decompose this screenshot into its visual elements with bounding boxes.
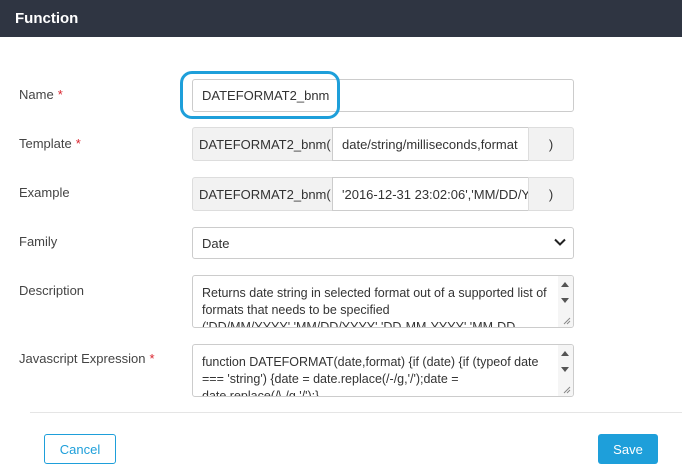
required-marker: * (57, 87, 63, 102)
required-marker: * (149, 351, 155, 366)
javascript-textarea[interactable]: function DATEFORMAT(date,format) {if (da… (192, 344, 574, 397)
template-suffix: ) (528, 127, 574, 161)
template-input[interactable]: date/string/milliseconds,format (332, 127, 529, 161)
description-label-text: Description (19, 283, 85, 298)
description-label: Description (19, 283, 84, 298)
template-prefix-text: DATEFORMAT2_bnm( (199, 136, 331, 152)
resize-grip-icon[interactable] (563, 317, 571, 325)
family-label-text: Family (19, 234, 58, 249)
example-input-value: '2016-12-31 23:02:06','MM/DD/YYYY HH:mm:… (342, 186, 529, 202)
dialog-title: Function (15, 10, 79, 27)
template-label-text: Template (19, 136, 72, 151)
arrow-down-icon[interactable] (561, 367, 569, 372)
save-button-label: Save (613, 441, 643, 457)
example-suffix-text: ) (548, 186, 554, 202)
template-label: Template * (19, 136, 81, 151)
footer-divider (30, 412, 682, 413)
resize-grip-icon[interactable] (563, 386, 571, 394)
arrow-up-icon[interactable] (561, 282, 569, 287)
name-label: Name * (19, 87, 63, 102)
chevron-down-icon (554, 238, 566, 246)
family-select-value: Date (202, 235, 230, 251)
description-text: Returns date string in selected format o… (202, 286, 547, 328)
template-input-value: date/string/milliseconds,format (342, 136, 518, 152)
template-prefix: DATEFORMAT2_bnm( (192, 127, 333, 161)
example-prefix: DATEFORMAT2_bnm( (192, 177, 333, 211)
save-button[interactable]: Save (598, 434, 658, 464)
example-suffix: ) (528, 177, 574, 211)
name-highlight-annotation (180, 71, 340, 119)
required-marker: * (75, 136, 81, 151)
family-label: Family (19, 234, 57, 249)
example-prefix-text: DATEFORMAT2_bnm( (199, 186, 331, 202)
cancel-button[interactable]: Cancel (44, 434, 116, 464)
name-label-text: Name (19, 87, 54, 102)
javascript-text: function DATEFORMAT(date,format) {if (da… (202, 355, 539, 397)
template-suffix-text: ) (548, 136, 554, 152)
javascript-label-text: Javascript Expression (19, 351, 146, 366)
example-label: Example (19, 185, 70, 200)
javascript-label: Javascript Expression * (19, 351, 155, 366)
arrow-up-icon[interactable] (561, 351, 569, 356)
arrow-down-icon[interactable] (561, 298, 569, 303)
example-label-text: Example (19, 185, 70, 200)
cancel-button-label: Cancel (59, 441, 101, 457)
family-select[interactable]: Date (192, 227, 574, 259)
example-input[interactable]: '2016-12-31 23:02:06','MM/DD/YYYY HH:mm:… (332, 177, 529, 211)
description-textarea[interactable]: Returns date string in selected format o… (192, 275, 574, 328)
dialog-header: Function (0, 0, 682, 37)
